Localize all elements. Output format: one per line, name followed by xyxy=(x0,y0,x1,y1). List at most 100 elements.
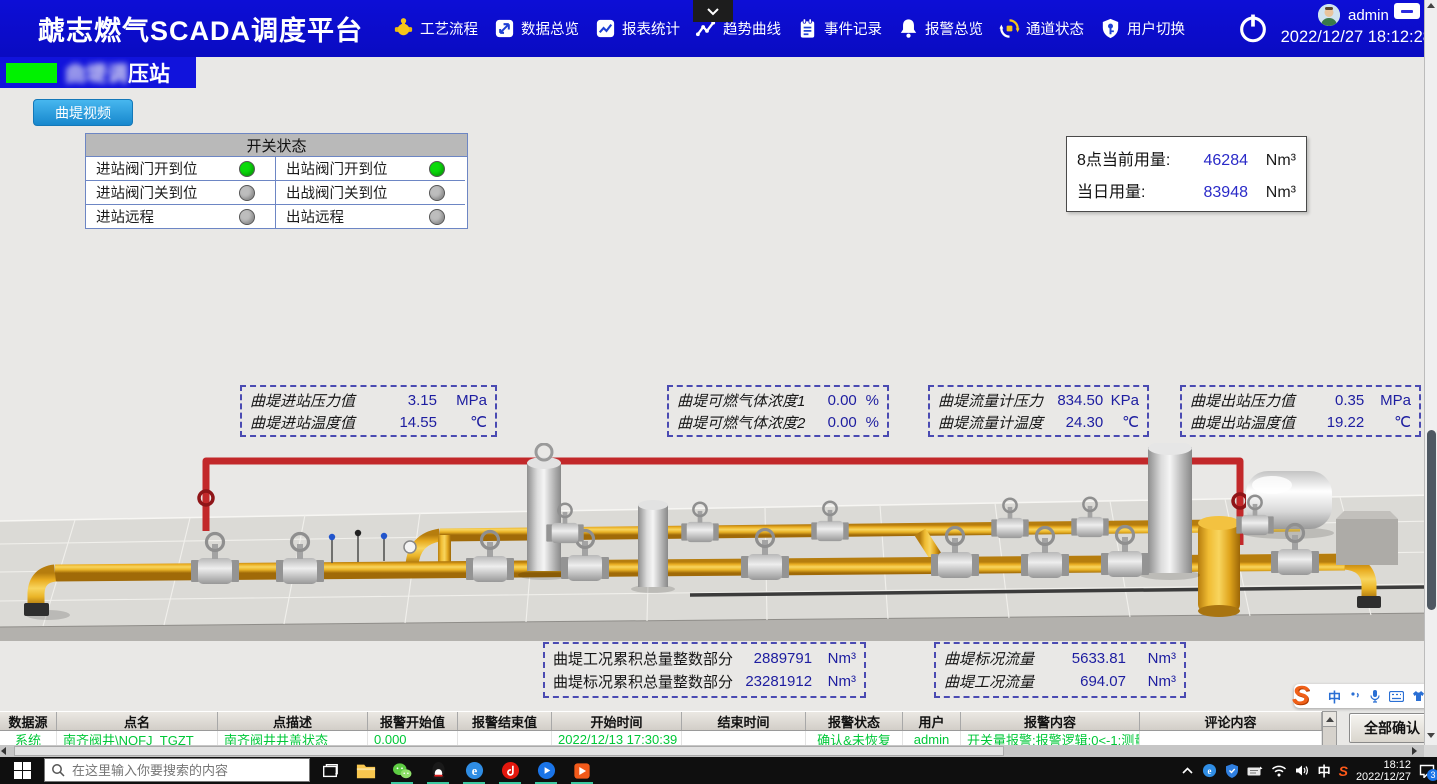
col-header-alarm-content[interactable]: 报警内容 xyxy=(961,712,1140,730)
menu-item-process-flow[interactable]: 工艺流程 xyxy=(392,17,478,40)
process-flow-icon xyxy=(392,17,415,40)
horizontal-scroll-thumb[interactable] xyxy=(14,746,1004,756)
username-label: admin xyxy=(1348,7,1389,24)
browser-button[interactable]: e xyxy=(456,757,492,784)
reading-unit: MPa xyxy=(1364,392,1411,409)
tray-touch-keyboard-icon[interactable] xyxy=(1247,765,1263,777)
ime-keyboard-icon[interactable] xyxy=(1389,691,1404,702)
scroll-left-icon[interactable] xyxy=(1,747,6,755)
alarm-bell-icon xyxy=(897,17,920,40)
menu-item-user-switch[interactable]: 用户切换 xyxy=(1099,17,1185,40)
tray-security-shield-icon[interactable] xyxy=(1225,763,1239,778)
switch-label: 出站远程 xyxy=(286,206,344,227)
search-input[interactable] xyxy=(70,762,294,779)
col-header-start-time[interactable]: 开始时间 xyxy=(552,712,682,730)
col-header-datasource[interactable]: 数据源 xyxy=(0,712,57,730)
tray-hidden-icons-chevron[interactable] xyxy=(1181,766,1194,775)
taskbar-apps: e xyxy=(312,757,600,784)
start-button[interactable] xyxy=(0,757,44,784)
report-stats-icon xyxy=(594,17,617,40)
scroll-right-icon[interactable] xyxy=(1412,747,1417,755)
header-collapse-tab[interactable] xyxy=(693,0,733,22)
ie-browser-icon: e xyxy=(465,761,484,780)
scroll-up-icon[interactable] xyxy=(1323,712,1336,727)
flow-rates-panel: 曲堤标况流量5633.81Nm³ 曲堤工况流量694.07Nm³ xyxy=(934,642,1186,698)
station-name-label: 压站 xyxy=(128,58,170,88)
user-avatar[interactable] xyxy=(1318,4,1340,26)
vertical-scroll-thumb[interactable] xyxy=(1427,430,1436,610)
menu-label: 数据总览 xyxy=(521,18,579,39)
tray-wifi-icon[interactable] xyxy=(1271,764,1287,777)
col-header-point-name[interactable]: 点名 xyxy=(57,712,218,730)
music-app-button[interactable] xyxy=(492,757,528,784)
menu-item-channel-status[interactable]: 通道状态 xyxy=(998,17,1084,40)
video-button[interactable]: 曲堤视频 xyxy=(33,99,133,126)
reading-label: 曲堤流量计温度 xyxy=(938,412,1043,433)
page-vertical-scrollbar[interactable] xyxy=(1424,0,1437,745)
file-explorer-button[interactable] xyxy=(348,757,384,784)
minimize-icon xyxy=(1401,10,1413,13)
minimize-button[interactable] xyxy=(1394,3,1420,19)
ime-punctuation-icon[interactable] xyxy=(1349,690,1361,702)
reading-label: 曲堤标况累积总量整数部分 xyxy=(553,671,733,692)
menu-label: 报警总览 xyxy=(925,18,983,39)
tray-ime-mode[interactable]: 中 xyxy=(1318,761,1331,780)
menu-item-data-overview[interactable]: 数据总览 xyxy=(493,17,579,40)
alarm-table: 数据源 点名 点描述 报警开始值 报警结束值 开始时间 结束时间 报警状态 用户… xyxy=(0,711,1337,747)
reading-value: 5633.81 xyxy=(1052,650,1126,667)
col-header-comment[interactable]: 评论内容 xyxy=(1140,712,1322,730)
scroll-up-icon[interactable] xyxy=(1427,3,1435,8)
col-header-alarm-state[interactable]: 报警状态 xyxy=(806,712,903,730)
orange-app-icon xyxy=(573,762,591,780)
reading-value: 0.00 xyxy=(805,414,856,431)
gas-concentration-panel: 曲堤可燃气体浓度10.00% 曲堤可燃气体浓度20.00% xyxy=(667,385,889,437)
page-horizontal-scrollbar[interactable] xyxy=(0,745,1437,757)
status-dot xyxy=(429,161,445,177)
qq-button[interactable] xyxy=(420,757,456,784)
sogou-logo[interactable]: S xyxy=(1292,680,1309,711)
switch-label: 出站阀门开到位 xyxy=(286,158,388,179)
pinned-app-button[interactable] xyxy=(564,757,600,784)
tray-browser-icon[interactable]: e xyxy=(1202,763,1217,778)
task-view-button[interactable] xyxy=(312,757,348,784)
col-header-alarm-end-value[interactable]: 报警结束值 xyxy=(458,712,552,730)
tray-clock[interactable]: 18:12 2022/12/27 xyxy=(1356,759,1411,783)
switch-cell-outlet-remote: 出站远程 xyxy=(276,205,465,228)
tray-sogou-icon[interactable]: S xyxy=(1339,763,1348,779)
wechat-button[interactable] xyxy=(384,757,420,784)
usage-unit: Nm³ xyxy=(1248,152,1296,170)
col-header-alarm-start-value[interactable]: 报警开始值 xyxy=(368,712,458,730)
col-header-user[interactable]: 用户 xyxy=(903,712,961,730)
station-status-rect xyxy=(6,63,57,83)
confirm-all-button[interactable]: 全部确认 xyxy=(1349,713,1435,743)
menu-item-alarm-overview[interactable]: 报警总览 xyxy=(897,17,983,40)
usage-label: 8点当前用量: xyxy=(1077,146,1190,170)
action-center-button[interactable]: 3 xyxy=(1419,764,1435,778)
menu-label: 通道状态 xyxy=(1026,18,1084,39)
reading-value: 23281912 xyxy=(733,673,812,690)
reading-unit: Nm³ xyxy=(812,650,856,667)
col-header-point-desc[interactable]: 点描述 xyxy=(218,712,368,730)
datetime-label: 2022/12/27 18:12:28 xyxy=(1262,28,1432,47)
video-player-button[interactable] xyxy=(528,757,564,784)
usage-value: 46284 xyxy=(1190,152,1248,170)
task-view-icon xyxy=(321,762,339,780)
qq-penguin-icon xyxy=(430,761,447,780)
flowmeter-readings-panel: 曲堤流量计压力834.50KPa 曲堤流量计温度24.30℃ xyxy=(928,385,1149,437)
menu-item-event-log[interactable]: 事件记录 xyxy=(796,17,882,40)
taskbar-search-box[interactable] xyxy=(44,758,310,782)
reading-label: 曲堤流量计压力 xyxy=(938,390,1043,411)
alarm-table-scrollbar[interactable] xyxy=(1322,711,1337,746)
reading-label: 曲堤工况累积总量整数部分 xyxy=(553,648,733,669)
data-overview-icon xyxy=(493,17,516,40)
scroll-down-icon[interactable] xyxy=(1427,733,1435,738)
col-header-end-time[interactable]: 结束时间 xyxy=(682,712,806,730)
menu-label: 事件记录 xyxy=(824,18,882,39)
menu-item-report-stats[interactable]: 报表统计 xyxy=(594,17,680,40)
ime-mode-toggle[interactable]: 中 xyxy=(1328,687,1341,706)
channel-status-icon xyxy=(998,17,1021,40)
ime-mic-icon[interactable] xyxy=(1369,689,1381,703)
outlet-readings-panel: 曲堤出站压力值0.35MPa 曲堤出站温度值19.22℃ xyxy=(1180,385,1421,437)
station-tab[interactable]: 曲堤调 压站 xyxy=(0,57,196,88)
tray-volume-icon[interactable] xyxy=(1295,764,1310,777)
